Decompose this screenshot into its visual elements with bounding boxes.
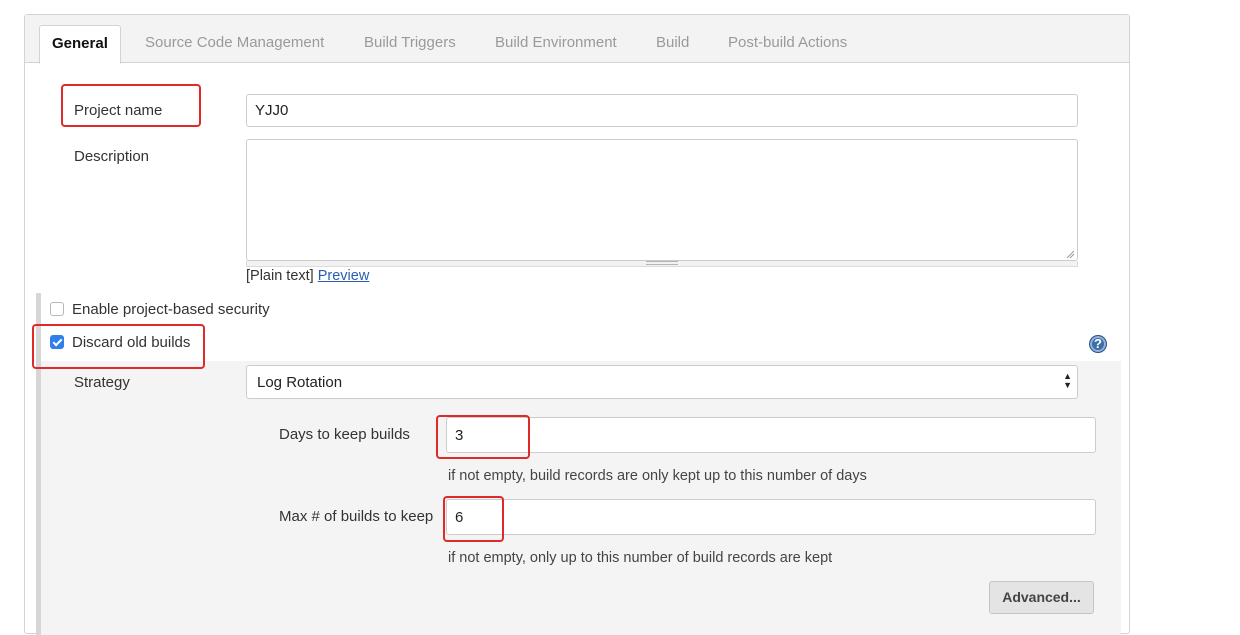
resize-grip-icon[interactable] [1065,249,1075,259]
security-label: Enable project-based security [72,301,270,318]
project-name-label: Project name [74,102,163,119]
description-format-line: [Plain text] Preview [246,268,369,284]
strategy-select[interactable]: Log Rotation ▲ ▼ [246,365,1078,399]
tab-build-environment[interactable]: Build Environment [495,15,617,63]
description-textarea[interactable] [246,139,1078,261]
max-builds-label: Max # of builds to keep [279,508,434,525]
max-builds-input[interactable] [446,499,1096,535]
advanced-button[interactable]: Advanced... [989,581,1094,614]
discard-options-section [41,361,1121,635]
description-label: Description [74,148,150,165]
strategy-label: Strategy [74,374,130,391]
strategy-selected-value: Log Rotation [257,374,343,391]
preview-link[interactable]: Preview [318,268,370,284]
discard-old-builds-label: Discard old builds [72,334,191,351]
config-tab-bar: General Source Code Management Build Tri… [25,15,1129,64]
max-builds-hint: if not empty, only up to this number of … [448,550,833,566]
project-name-input[interactable] [246,94,1078,127]
updown-arrows-icon: ▲ ▼ [1063,371,1072,390]
drag-handle-icon[interactable] [646,261,678,265]
plain-text-label: [Plain text] [246,268,314,284]
tab-build[interactable]: Build [656,15,689,63]
help-icon[interactable]: ? [1089,335,1107,353]
discard-old-builds-checkbox[interactable] [50,335,64,349]
tab-source-code-management[interactable]: Source Code Management [145,15,324,63]
job-config-panel: General Source Code Management Build Tri… [24,14,1130,635]
days-to-keep-label: Days to keep builds [279,426,410,443]
days-to-keep-hint: if not empty, build records are only kep… [448,468,867,484]
security-checkbox[interactable] [50,302,64,316]
days-to-keep-input[interactable] [446,417,1096,453]
tab-build-triggers[interactable]: Build Triggers [364,15,456,63]
tab-general[interactable]: General [39,25,121,64]
tab-post-build-actions[interactable]: Post-build Actions [728,15,847,63]
